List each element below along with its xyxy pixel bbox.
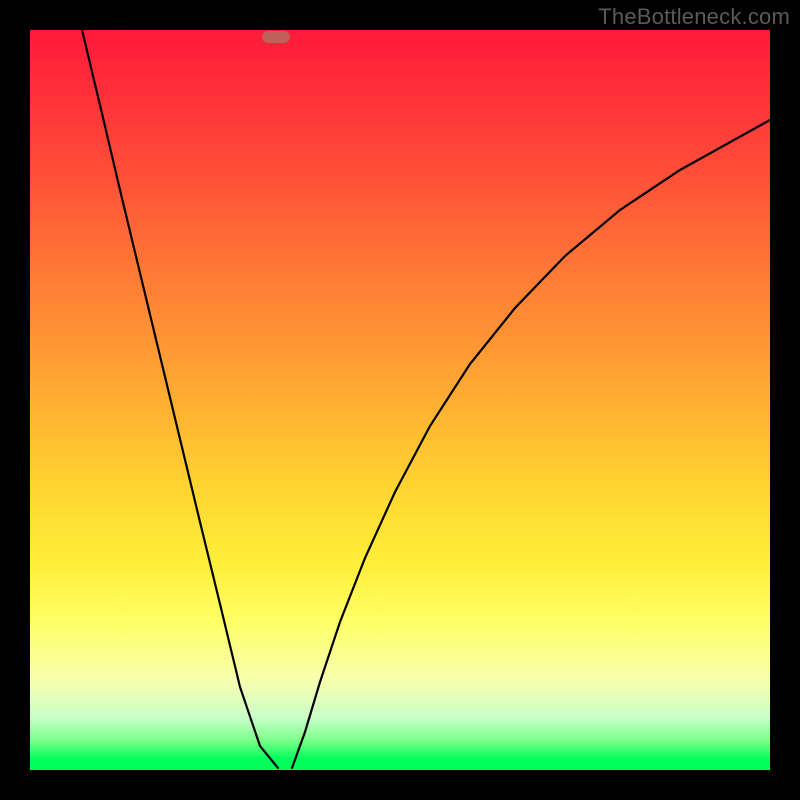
- curve-right-branch: [292, 120, 770, 768]
- bottleneck-marker: [262, 31, 290, 43]
- curve-layer: [30, 30, 770, 770]
- chart-frame: TheBottleneck.com: [0, 0, 800, 800]
- watermark-text: TheBottleneck.com: [598, 4, 790, 30]
- plot-area: [30, 30, 770, 770]
- curve-left-branch: [82, 30, 278, 768]
